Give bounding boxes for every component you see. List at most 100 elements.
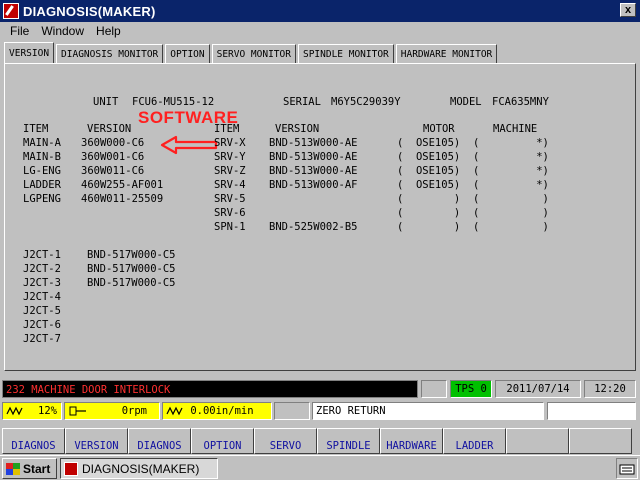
softkey-spindle[interactable]: SPINDLE [317, 428, 380, 454]
left-row-version: 360W001-C6 [81, 151, 145, 163]
app-icon [3, 3, 19, 19]
tab-version[interactable]: VERSION [4, 42, 55, 63]
menu-window[interactable]: Window [35, 24, 90, 38]
j2ct-version: BND-517W000-C5 [87, 249, 176, 261]
tab-servo-monitor[interactable]: SERVO MONITOR [211, 44, 296, 63]
j2ct-item: J2CT-1 [23, 249, 61, 261]
mode-display: ZERO RETURN [312, 402, 544, 420]
right-row-machine: ( *) [473, 179, 549, 191]
window-titlebar[interactable]: DIAGNOSIS(MAKER) x [0, 0, 640, 22]
tray-keyboard-icon [619, 464, 635, 474]
feedrate-value: 0.00in/min [190, 405, 254, 417]
left-row-version: 360W011-C6 [81, 165, 145, 177]
right-header-item: ITEM [214, 123, 240, 135]
mode-extra [547, 402, 636, 420]
status-blank [421, 380, 447, 398]
feed-wave-icon [166, 406, 183, 416]
left-row-item: LADDER [23, 179, 61, 191]
softkey-blank-9[interactable] [506, 428, 569, 454]
version-content: UNIT FCU6-MU515-12 SERIAL M6Y5C29039Y MO… [5, 64, 635, 370]
right-row-motor: ( OSE105) [397, 165, 461, 177]
right-row-motor: ( ) [397, 221, 461, 233]
j2ct-item: J2CT-5 [23, 305, 61, 317]
j2ct-version: BND-517W000-C5 [87, 277, 176, 289]
right-row-version: BND-513W000-AE [269, 137, 358, 149]
left-row-item: MAIN-B [23, 151, 61, 163]
right-row-item: SRV-4 [214, 179, 246, 191]
date-display: 2011/07/14 [495, 380, 581, 398]
task-app-icon [64, 461, 78, 476]
menu-bar: File Window Help [0, 22, 640, 40]
softkey-ladder[interactable]: LADDER [443, 428, 506, 454]
feed-blank [274, 402, 310, 420]
right-row-machine: ( *) [473, 151, 549, 163]
left-row-version: 460W011-25509 [81, 193, 164, 205]
close-button[interactable]: x [620, 3, 636, 17]
left-header-version: VERSION [87, 123, 132, 135]
right-row-machine: ( ) [473, 207, 549, 219]
right-row-version: BND-525W002-B5 [269, 221, 358, 233]
tab-option[interactable]: OPTION [165, 44, 210, 63]
softkey-bar: DIAGNOS VERSION DIAGNOS OPTION SERVO SPI… [0, 428, 640, 454]
right-header-version: VERSION [275, 123, 320, 135]
tab-diagnosis-monitor[interactable]: DIAGNOSIS MONITOR [56, 44, 164, 63]
j2ct-version: BND-517W000-C5 [87, 263, 176, 275]
tab-strip: VERSION DIAGNOSIS MONITOR OPTION SERVO M… [4, 42, 636, 64]
softkey-hardware[interactable]: HARDWARE [380, 428, 443, 454]
softkey-servo[interactable]: SERVO [254, 428, 317, 454]
j2ct-item: J2CT-2 [23, 263, 61, 275]
alarm-message: 232 MACHINE DOOR INTERLOCK [2, 380, 418, 398]
serial-value: M6Y5C29039Y [331, 96, 401, 108]
right-row-item: SPN-1 [214, 221, 246, 233]
j2ct-item: J2CT-4 [23, 291, 61, 303]
task-label: DIAGNOSIS(MAKER) [82, 461, 200, 476]
j2ct-item: J2CT-6 [23, 319, 61, 331]
softkey-version[interactable]: VERSION [65, 428, 128, 454]
right-row-item: SRV-X [214, 137, 246, 149]
window-title: DIAGNOSIS(MAKER) [23, 3, 156, 19]
right-row-motor: ( OSE105) [397, 179, 461, 191]
softkey-diagnos[interactable]: DIAGNOS [2, 428, 65, 454]
feedrate-display: 0.00in/min [162, 402, 272, 420]
left-header-item: ITEM [23, 123, 49, 135]
start-label: Start [23, 461, 51, 476]
right-row-machine: ( *) [473, 165, 549, 177]
model-value: FCA635MNY [492, 96, 549, 108]
right-row-machine: ( ) [473, 221, 549, 233]
left-row-version: 360W000-C6 [81, 137, 145, 149]
left-row-item: LG-ENG [23, 165, 61, 177]
taskbar: Start DIAGNOSIS(MAKER) [0, 455, 640, 480]
tab-spindle-monitor[interactable]: SPINDLE MONITOR [297, 44, 394, 63]
taskbar-task-diagnosis[interactable]: DIAGNOSIS(MAKER) [60, 458, 218, 479]
right-row-item: SRV-6 [214, 207, 246, 219]
softkey-diagnos-2[interactable]: DIAGNOS [128, 428, 191, 454]
system-tray[interactable] [616, 458, 638, 479]
right-row-motor: ( ) [397, 207, 461, 219]
start-button[interactable]: Start [2, 458, 57, 479]
version-panel: UNIT FCU6-MU515-12 SERIAL M6Y5C29039Y MO… [4, 63, 636, 371]
right-row-item: SRV-5 [214, 193, 246, 205]
left-row-version: 460W255-AF001 [81, 179, 164, 191]
override-wave-icon [6, 406, 23, 416]
model-label: MODEL [450, 96, 482, 108]
left-row-item: LGPENG [23, 193, 61, 205]
tps-indicator: TPS 0 [450, 380, 492, 398]
time-display: 12:20 [584, 380, 636, 398]
right-row-version: BND-513W000-AE [269, 165, 358, 177]
serial-label: SERIAL [283, 96, 321, 108]
j2ct-item: J2CT-7 [23, 333, 61, 345]
unit-value: FCU6-MU515-12 [132, 96, 215, 108]
right-row-machine: ( *) [473, 137, 549, 149]
softkey-blank-10[interactable] [569, 428, 632, 454]
annotation-arrow-icon [160, 135, 218, 155]
j2ct-item: J2CT-3 [23, 277, 61, 289]
spindle-value: 0rpm [121, 405, 147, 417]
right-row-motor: ( OSE105) [397, 137, 461, 149]
softkey-option[interactable]: OPTION [191, 428, 254, 454]
right-row-item: SRV-Z [214, 165, 246, 177]
menu-file[interactable]: File [4, 24, 35, 38]
menu-help[interactable]: Help [90, 24, 127, 38]
tab-hardware-monitor[interactable]: HARDWARE MONITOR [395, 44, 498, 63]
right-row-item: SRV-Y [214, 151, 246, 163]
right-row-motor: ( OSE105) [397, 151, 461, 163]
